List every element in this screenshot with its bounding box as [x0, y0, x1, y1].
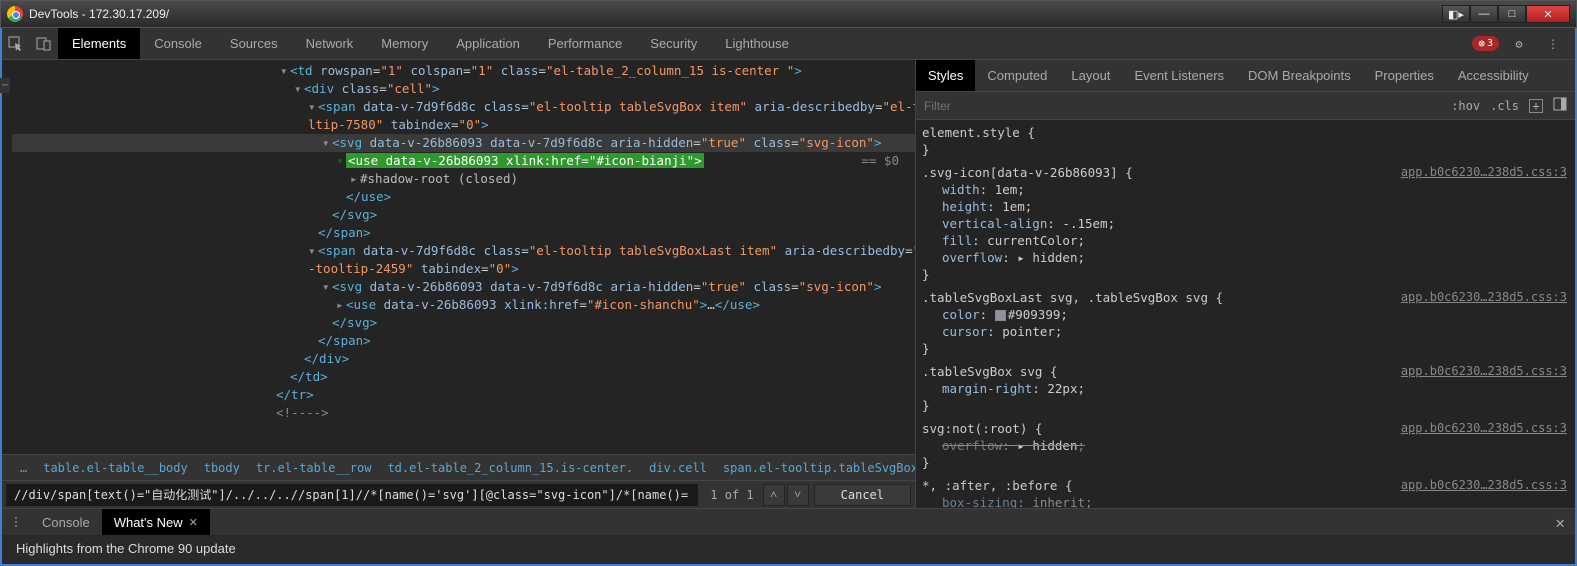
search-next-icon[interactable]: ˅ — [787, 484, 809, 506]
source-link[interactable]: app.b0c6230…238d5.css:3 — [1401, 289, 1567, 306]
crumb-table[interactable]: table.el-table__body — [35, 461, 196, 475]
elements-panel: ⋯ ▾<td rowspan="1" colspan="1" class="el… — [2, 60, 916, 508]
gutter-dots[interactable]: ⋯ — [0, 78, 10, 93]
devtools-frame: Elements Console Sources Network Memory … — [0, 28, 1577, 566]
tab-performance[interactable]: Performance — [534, 28, 636, 59]
subtab-dom-breakpoints[interactable]: DOM Breakpoints — [1236, 60, 1363, 91]
tab-application[interactable]: Application — [442, 28, 534, 59]
crumb-span[interactable]: span.el-tooltip.tableSvgBox.item — [715, 461, 915, 475]
crumb-tr[interactable]: tr.el-table__row — [248, 461, 380, 475]
search-prev-icon[interactable]: ˄ — [763, 484, 785, 506]
main-area: ⋯ ▾<td rowspan="1" colspan="1" class="el… — [2, 60, 1575, 508]
tab-sources[interactable]: Sources — [216, 28, 292, 59]
gear-icon[interactable]: ⚙ — [1505, 31, 1533, 57]
selected-use-element[interactable]: <use data-v-26b86093 xlink:href="#icon-b… — [346, 153, 704, 168]
source-link[interactable]: app.b0c6230…238d5.css:3 — [1401, 164, 1567, 181]
window-controls: ◧▸ — □ ✕ — [1442, 5, 1570, 23]
search-bar: 1 of 1 ˄ ˅ Cancel — [2, 480, 915, 508]
drawer-content: Highlights from the Chrome 90 update — [2, 535, 1575, 562]
search-input[interactable] — [6, 484, 698, 506]
subtab-layout[interactable]: Layout — [1059, 60, 1122, 91]
styles-rules[interactable]: element.style { } app.b0c6230…238d5.css:… — [916, 120, 1575, 508]
drawer-tab-console[interactable]: Console — [30, 509, 102, 535]
cancel-button[interactable]: Cancel — [814, 484, 911, 506]
subtab-computed[interactable]: Computed — [975, 60, 1059, 91]
styles-filter-row: :hov .cls + — [916, 92, 1575, 120]
crumb-div[interactable]: div.cell — [641, 461, 715, 475]
element-style-selector: element.style { — [922, 124, 1569, 141]
subtab-event-listeners[interactable]: Event Listeners — [1122, 60, 1236, 91]
dom-tree[interactable]: ▾<td rowspan="1" colspan="1" class="el-t… — [2, 60, 915, 454]
styles-tab-bar: Styles Computed Layout Event Listeners D… — [916, 60, 1575, 92]
window-title: DevTools - 172.30.17.209/ — [29, 7, 169, 21]
window-title-bar: DevTools - 172.30.17.209/ ◧▸ — □ ✕ — [0, 0, 1577, 28]
new-style-rule-icon[interactable]: + — [1529, 99, 1543, 113]
dollar-zero: == $0 — [861, 152, 899, 170]
tab-console[interactable]: Console — [140, 28, 216, 59]
source-link[interactable]: app.b0c6230…238d5.css:3 — [1401, 420, 1567, 437]
tab-security[interactable]: Security — [636, 28, 711, 59]
source-link[interactable]: app.b0c6230…238d5.css:3 — [1401, 477, 1567, 494]
crumb-ellipsis-left[interactable]: … — [12, 461, 35, 475]
drawer-tab-whatsnew[interactable]: What's New✕ — [102, 509, 210, 535]
maximize-button[interactable]: □ — [1498, 5, 1526, 23]
source-link[interactable]: app.b0c6230…238d5.css:3 — [1401, 363, 1567, 380]
close-button[interactable]: ✕ — [1526, 5, 1570, 23]
tab-network[interactable]: Network — [292, 28, 368, 59]
breadcrumb: … table.el-table__body tbody tr.el-table… — [2, 454, 915, 480]
crumb-tbody[interactable]: tbody — [196, 461, 248, 475]
subtab-properties[interactable]: Properties — [1363, 60, 1446, 91]
inspect-icon[interactable] — [2, 31, 30, 57]
drawer-close-icon[interactable]: ✕ — [1555, 513, 1565, 532]
kebab-icon[interactable]: ⋮ — [1539, 31, 1567, 57]
cls-toggle[interactable]: .cls — [1490, 99, 1519, 113]
subtab-styles[interactable]: Styles — [916, 60, 975, 91]
crumb-td[interactable]: td.el-table_2_column_15.is-center. — [379, 461, 641, 475]
filter-input[interactable] — [916, 99, 1451, 113]
sidebar-toggle-icon[interactable] — [1553, 97, 1567, 114]
dual-window-icon[interactable]: ◧▸ — [1442, 5, 1470, 23]
chrome-icon — [7, 6, 23, 22]
subtab-accessibility[interactable]: Accessibility — [1446, 60, 1541, 91]
tab-memory[interactable]: Memory — [367, 28, 442, 59]
drawer-menu-icon[interactable]: ⋮ — [2, 509, 30, 535]
tab-elements[interactable]: Elements — [58, 28, 140, 59]
close-icon[interactable]: ✕ — [189, 516, 198, 529]
search-count: 1 of 1 — [702, 488, 761, 502]
tab-lighthouse[interactable]: Lighthouse — [711, 28, 803, 59]
color-swatch[interactable] — [995, 310, 1006, 321]
device-toggle-icon[interactable] — [30, 31, 58, 57]
minimize-button[interactable]: — — [1470, 5, 1498, 23]
console-drawer: ⋮ Console What's New✕ ✕ Highlights from … — [2, 508, 1575, 564]
hov-toggle[interactable]: :hov — [1451, 99, 1480, 113]
styles-panel: Styles Computed Layout Event Listeners D… — [916, 60, 1575, 508]
error-count-badge[interactable]: 3 — [1472, 36, 1499, 51]
main-tab-bar: Elements Console Sources Network Memory … — [2, 28, 1575, 60]
